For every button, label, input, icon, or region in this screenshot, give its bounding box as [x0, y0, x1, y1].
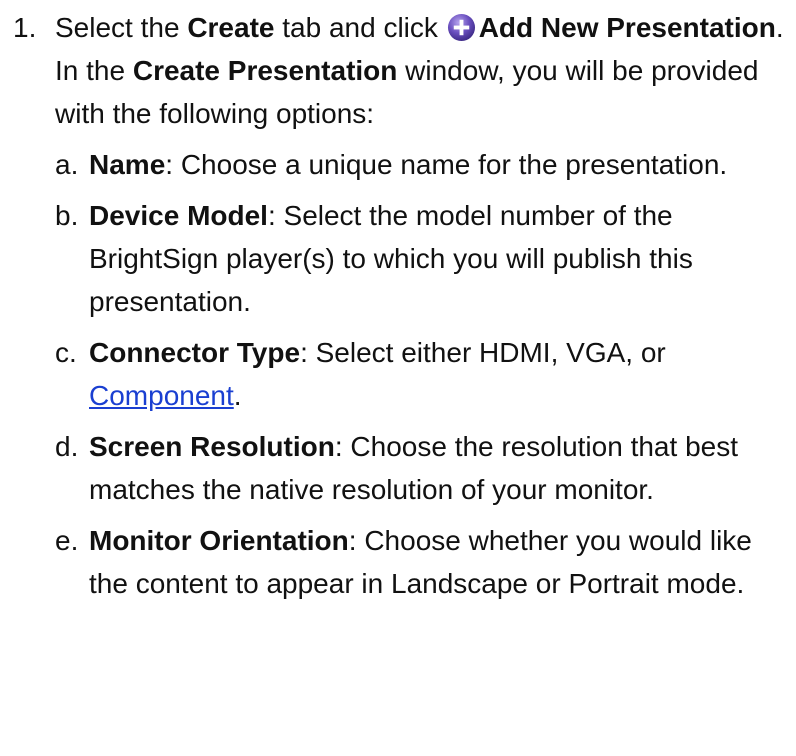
option-description-end: .	[233, 380, 242, 411]
instructions-document: 1. Select the Create tab and click Add N…	[0, 0, 796, 756]
option-monitor-orientation: e. Monitor Orientation: Choose whether yo…	[0, 519, 794, 605]
option-screen-resolution: d. Screen Resolution: Choose the resoluti…	[0, 425, 794, 511]
option-term: Name	[89, 149, 166, 180]
option-letter: b.	[55, 200, 79, 231]
option-description: : Choose a unique name for the presentat…	[165, 149, 728, 180]
option-term: Monitor Orientation	[89, 525, 349, 556]
add-new-presentation-label: Add New Presentation	[478, 12, 776, 43]
option-letter: e.	[55, 525, 79, 556]
option-name: a. Name: Choose a unique name for the pre…	[0, 143, 794, 186]
option-letter: a.	[55, 149, 79, 180]
option-term: Connector Type	[89, 337, 301, 368]
component-link[interactable]: Component	[89, 380, 234, 411]
step-text-1: Select the	[55, 12, 188, 43]
create-tab-label: Create	[187, 12, 275, 43]
option-letter: c.	[55, 337, 77, 368]
options-list: a. Name: Choose a unique name for the pre…	[0, 143, 796, 605]
option-description: : Select either HDMI, VGA, or	[300, 337, 666, 368]
option-device-model: b. Device Model: Select the model number …	[0, 194, 794, 323]
option-letter: d.	[55, 431, 79, 462]
plus-circle-icon	[447, 13, 475, 42]
step-1-text: Select the Create tab and click Add New …	[55, 6, 790, 135]
option-connector-type: c. Connector Type: Select either HDMI, VG…	[0, 331, 794, 417]
step-number: 1.	[13, 12, 37, 43]
option-term: Device Model	[89, 200, 268, 231]
step-1: 1. Select the Create tab and click Add N…	[0, 6, 796, 613]
option-term: Screen Resolution	[89, 431, 335, 462]
create-presentation-window-label: Create Presentation	[132, 55, 398, 86]
step-text-2: tab and click	[274, 12, 446, 43]
